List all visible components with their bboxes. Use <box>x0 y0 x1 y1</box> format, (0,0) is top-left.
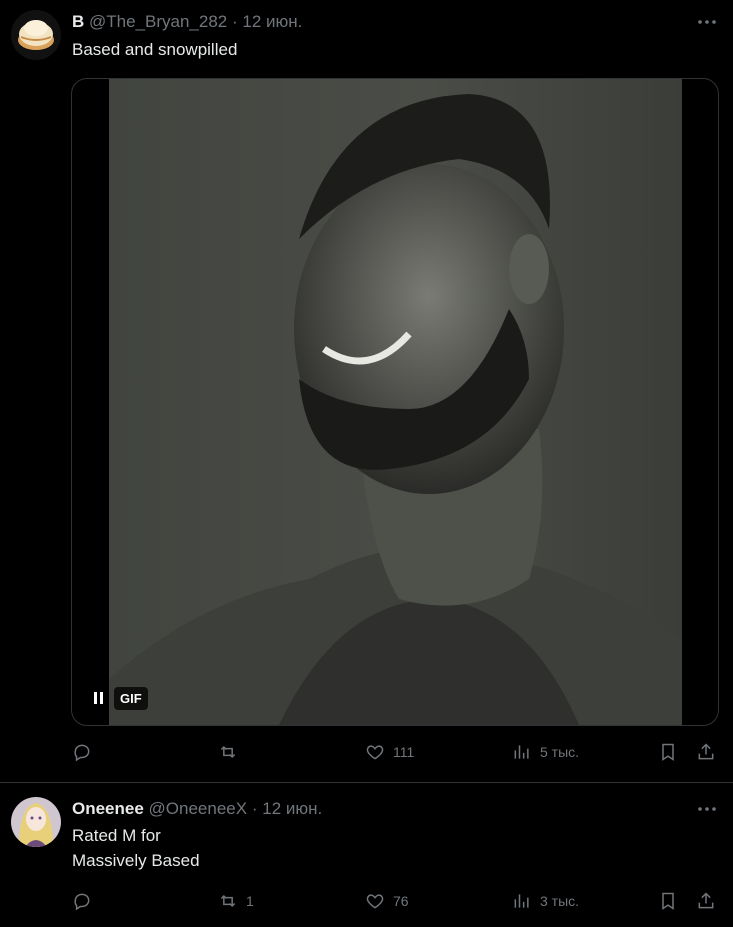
more-icon[interactable] <box>695 797 719 821</box>
bookmark-button[interactable] <box>658 891 678 911</box>
views-icon <box>514 745 529 759</box>
reply-button[interactable] <box>72 742 92 762</box>
views-button[interactable]: 3 тыс. <box>512 891 579 911</box>
tweet-text-line: Rated M for <box>72 826 161 845</box>
bookmark-icon <box>662 743 674 761</box>
share-icon <box>698 743 714 760</box>
avatar[interactable] <box>11 797 61 847</box>
tweet-date[interactable]: 12 июн. <box>262 799 322 818</box>
tweet-actions: 1 76 3 тыс. <box>72 891 719 915</box>
gif-image <box>109 94 682 725</box>
share-icon <box>698 892 714 909</box>
tweet-text: Rated M for Massively Based <box>72 823 200 873</box>
display-name[interactable]: Oneenee <box>72 799 144 818</box>
like-icon <box>366 894 384 909</box>
user-handle[interactable]: @The_Bryan_282 <box>89 12 227 31</box>
share-button[interactable] <box>696 742 716 762</box>
like-count: 76 <box>393 893 409 909</box>
like-count: 111 <box>393 744 415 760</box>
retweet-button[interactable]: 1 <box>218 891 254 911</box>
share-button[interactable] <box>696 891 716 911</box>
views-count: 3 тыс. <box>540 893 580 909</box>
pause-icon[interactable] <box>86 685 112 711</box>
tweet-date[interactable]: 12 июн. <box>242 12 302 31</box>
avatar-image <box>11 797 61 847</box>
separator: · <box>251 799 258 818</box>
views-button[interactable]: 5 тыс. <box>512 742 579 762</box>
tweet-text-line: Massively Based <box>72 851 200 870</box>
views-count: 5 тыс. <box>540 744 580 760</box>
reply-icon <box>74 744 90 762</box>
avatar[interactable] <box>11 10 61 60</box>
gif-controls: GIF <box>86 685 148 711</box>
reply-icon <box>74 893 90 911</box>
gif-frame <box>109 79 682 725</box>
bookmark-button[interactable] <box>658 742 678 762</box>
tweet-header: Oneenee @OneeneeX · 12 июн. <box>72 798 322 820</box>
gif-media[interactable]: GIF <box>71 78 719 726</box>
retweet-count: 1 <box>246 893 254 909</box>
like-button[interactable]: 111 <box>365 742 414 762</box>
reply-button[interactable] <box>72 891 92 911</box>
tweet-actions: 111 5 тыс. <box>72 742 719 766</box>
separator: · <box>231 12 238 31</box>
more-icon[interactable] <box>695 10 719 34</box>
display-name[interactable]: B <box>72 12 84 31</box>
retweet-icon <box>220 894 236 908</box>
bookmark-icon <box>662 892 674 910</box>
tweet[interactable]: Oneenee @OneeneeX · 12 июн. Rated M for … <box>0 783 733 927</box>
views-icon <box>514 894 529 908</box>
retweet-button[interactable] <box>218 742 238 762</box>
like-icon <box>366 745 384 760</box>
avatar-image <box>11 10 61 60</box>
like-button[interactable]: 76 <box>365 891 409 911</box>
retweet-icon <box>220 745 236 759</box>
user-handle[interactable]: @OneeneeX <box>149 799 248 818</box>
tweet-text: Based and snowpilled <box>72 40 238 59</box>
tweet[interactable]: B @The_Bryan_282 · 12 июн. Based and sno… <box>0 0 733 783</box>
gif-badge: GIF <box>114 686 148 710</box>
tweet-header: B @The_Bryan_282 · 12 июн. <box>72 11 302 33</box>
